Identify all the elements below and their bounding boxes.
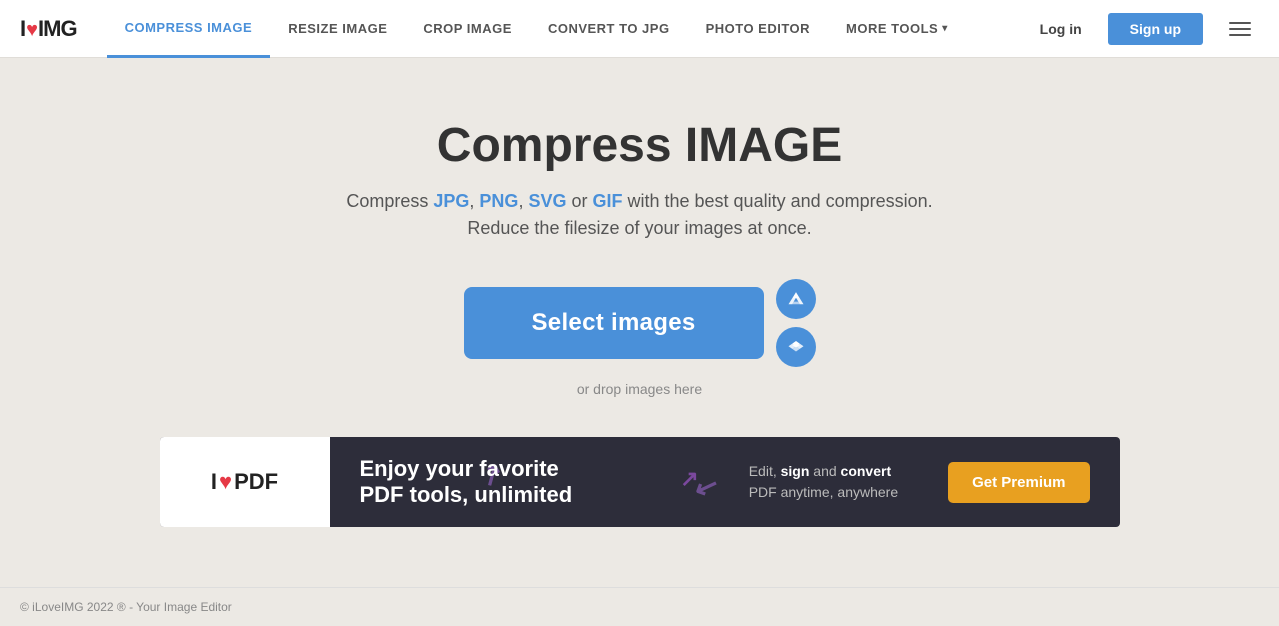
nav-more-tools[interactable]: MORE TOOLS ▾ — [828, 0, 966, 58]
ad-logo-section: I ♥ PDF — [160, 437, 330, 527]
logo[interactable]: I♥IMG — [20, 16, 77, 42]
nav-right: Log in Sign up — [1024, 13, 1259, 45]
cloud-upload-icons — [776, 279, 816, 367]
upload-row: Select images — [464, 279, 816, 367]
ad-cta-section: Get Premium — [918, 462, 1119, 503]
nav-convert[interactable]: CONVERT TO JPG — [530, 0, 688, 58]
ad-headline: Enjoy your favorite PDF tools, unlimited — [360, 456, 699, 509]
nav-compress[interactable]: COMPRESS IMAGE — [107, 0, 271, 58]
hamburger-line-1 — [1229, 22, 1251, 24]
ad-sign-text: sign — [781, 463, 810, 479]
ad-logo: I ♥ PDF — [211, 469, 278, 495]
nav-photo-editor[interactable]: PHOTO EDITOR — [688, 0, 828, 58]
dropbox-icon — [787, 338, 805, 356]
signup-button[interactable]: Sign up — [1108, 13, 1203, 45]
svg-label: SVG — [528, 191, 566, 211]
nav-crop[interactable]: CROP IMAGE — [405, 0, 530, 58]
hamburger-line-3 — [1229, 34, 1251, 36]
select-images-button[interactable]: Select images — [464, 287, 764, 359]
drop-text: or drop images here — [577, 381, 702, 397]
ad-sub-text: Edit, sign and convert PDF anytime, anyw… — [749, 461, 898, 503]
logo-heart-icon: ♥ — [26, 19, 37, 42]
subtitle-2: Reduce the filesize of your images at on… — [467, 218, 811, 239]
page-title: Compress IMAGE — [437, 118, 842, 173]
hamburger-line-2 — [1229, 28, 1251, 30]
ad-heart-icon: ♥ — [219, 469, 232, 495]
ad-banner: I ♥ PDF ↗ ↙ ↗ Enjoy your favorite PDF to… — [160, 437, 1120, 527]
hamburger-menu-button[interactable] — [1221, 14, 1259, 44]
footer: © iLoveIMG 2022 ® - Your Image Editor — [0, 587, 1279, 626]
more-tools-arrow-icon: ▾ — [942, 23, 948, 34]
ad-convert-text: convert — [841, 463, 892, 479]
ad-headline-section: ↗ ↙ ↗ Enjoy your favorite PDF tools, unl… — [330, 456, 729, 509]
ad-sub-section: Edit, sign and convert PDF anytime, anyw… — [729, 461, 918, 503]
nav-resize[interactable]: RESIZE IMAGE — [270, 0, 405, 58]
login-button[interactable]: Log in — [1024, 13, 1098, 45]
main-content: Compress IMAGE Compress JPG, PNG, SVG or… — [0, 58, 1279, 567]
png-label: PNG — [479, 191, 518, 211]
nav-links: COMPRESS IMAGE RESIZE IMAGE CROP IMAGE C… — [107, 0, 1024, 58]
subtitle-1: Compress JPG, PNG, SVG or GIF with the b… — [346, 191, 932, 212]
dropbox-upload-button[interactable] — [776, 327, 816, 367]
navbar: I♥IMG COMPRESS IMAGE RESIZE IMAGE CROP I… — [0, 0, 1279, 58]
google-drive-icon — [787, 290, 805, 308]
logo-text: I♥IMG — [20, 16, 77, 42]
google-drive-upload-button[interactable] — [776, 279, 816, 319]
get-premium-button[interactable]: Get Premium — [948, 462, 1089, 503]
footer-text: © iLoveIMG 2022 ® - Your Image Editor — [20, 600, 232, 614]
jpg-label: JPG — [433, 191, 469, 211]
gif-label: GIF — [592, 191, 622, 211]
